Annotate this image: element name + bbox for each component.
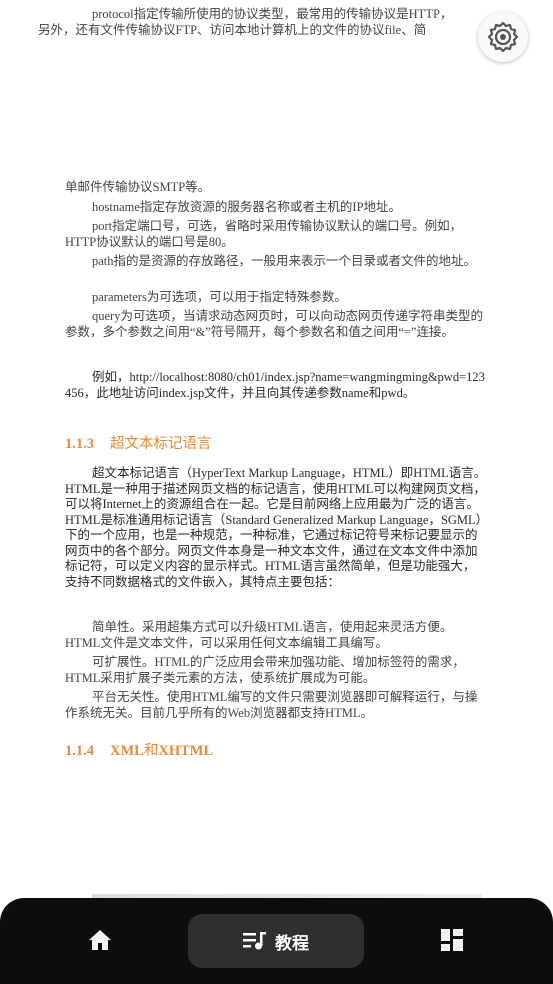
nav-home-button[interactable] (80, 924, 120, 956)
heading-number: 1.1.3 (65, 436, 94, 452)
dashboard-icon (441, 929, 463, 951)
simplicity-paragraph: 简单性。采用超集方式可以升级HTML语言，使用起来灵活方便。HTML文件是文本文… (65, 620, 453, 650)
example-paragraph: 例如，http://localhost:8080/ch01/index.jsp?… (65, 370, 485, 400)
nav-tutorial-tab[interactable]: 教程 (188, 914, 364, 968)
nav-dashboard-button[interactable] (432, 924, 472, 956)
home-icon (89, 930, 111, 950)
heading-and: 和 (143, 743, 159, 759)
nav-tutorial-label: 教程 (275, 933, 309, 954)
protocol-paragraph: protocol指定传输所使用的协议类型，最常用的传输协议是HTTP， 另外，还… (38, 7, 487, 38)
protocol-line-2: 另外，还有文件传输协议FTP、访问本地计算机上的文件的协议file、简 (38, 22, 427, 37)
html-intro-paragraph: 超文本标记语言（HyperText Markup Language，HTML）即… (65, 466, 487, 589)
heading-xhtml: XHTML (158, 743, 214, 759)
playlist-icon (243, 932, 266, 950)
platform-paragraph: 平台无关性。使用HTML编写的文件只需要浏览器即可解释运行，与操作系统无关。目前… (65, 690, 478, 720)
heading-title: 超文本标记语言 (110, 436, 212, 452)
document-page: protocol指定传输所使用的协议类型，最常用的传输协议是HTTP， 另外，还… (0, 0, 553, 984)
section-heading-1-1-4: 1.1.4 XML和XHTML (65, 739, 213, 760)
path-paragraph: path指的是资源的存放路径，一般用来表示一个目录或者文件的地址。 (92, 254, 477, 268)
heading-number: 1.1.4 (65, 743, 94, 759)
query-paragraph: query为可选项，当请求动态网页时，可以向动态网页传递字符串类型的参数，多个参… (65, 309, 483, 339)
extensibility-paragraph: 可扩展性。HTML的广泛应用会带来加强功能、增加标签符的需求，HTML采用扩展子… (65, 655, 465, 685)
port-paragraph: port指定端口号，可选，省略时采用传输协议默认的端口号。例如，HTTP协议默认… (65, 219, 463, 249)
gear-icon (487, 21, 519, 53)
protocol-line-1: protocol指定传输所使用的协议类型，最常用的传输协议是HTTP， (92, 7, 453, 21)
heading-xml: XML (110, 743, 144, 759)
section-heading-1-1-3: 1.1.3 超文本标记语言 (65, 432, 212, 453)
settings-button[interactable] (478, 12, 528, 62)
smtp-paragraph: 单邮件传输协议SMTP等。 (65, 180, 211, 194)
hostname-paragraph: hostname指定存放资源的服务器名称或者主机的IP地址。 (92, 200, 402, 214)
parameters-paragraph: parameters为可选项，可以用于指定特殊参数。 (92, 290, 347, 304)
bottom-navigation: 教程 (0, 898, 553, 984)
